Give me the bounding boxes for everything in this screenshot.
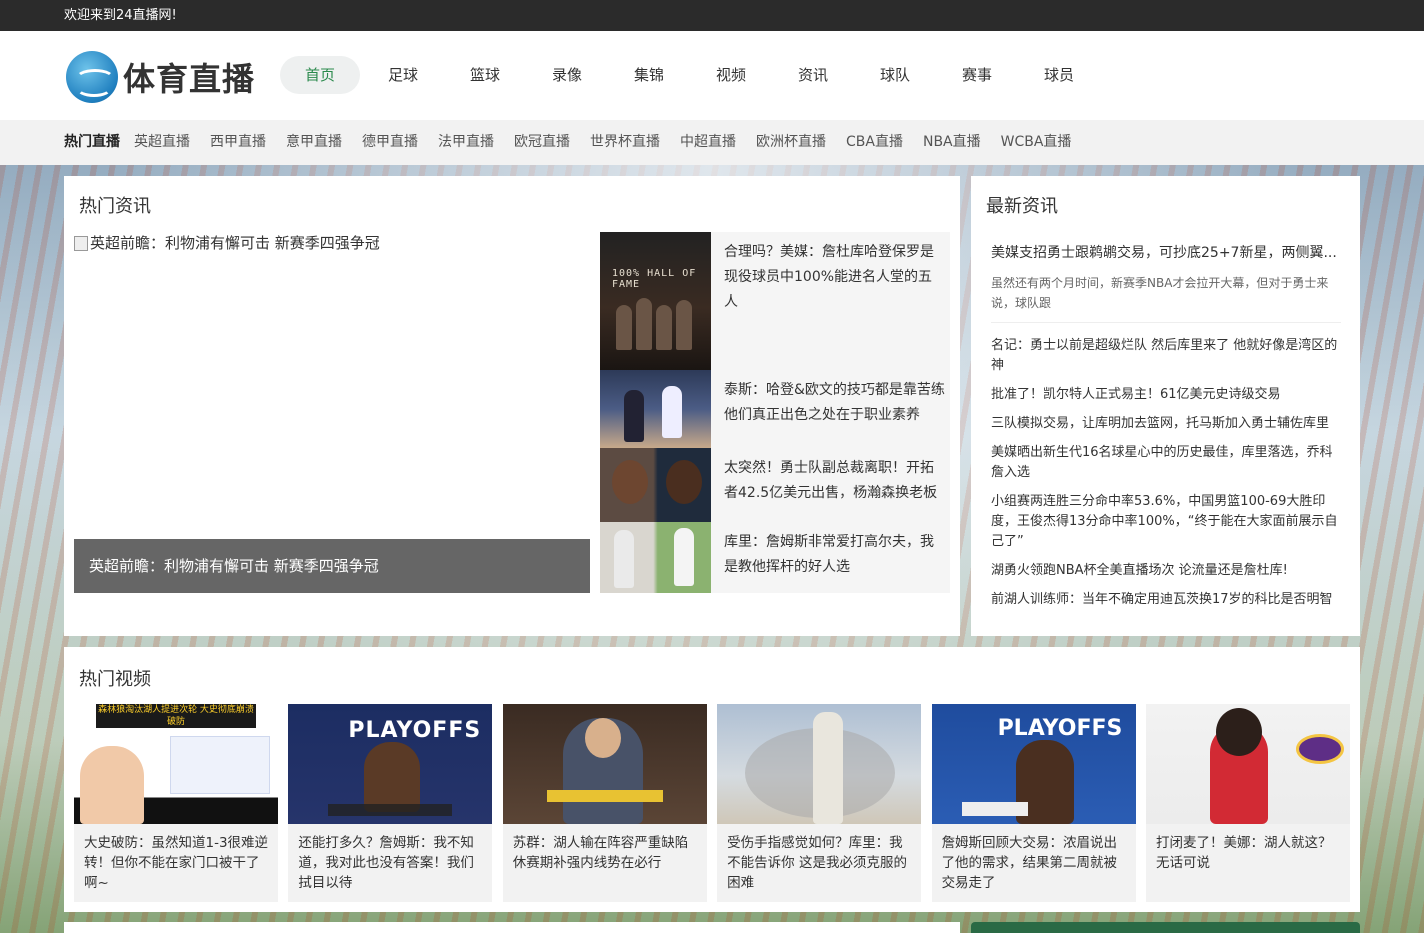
list-item[interactable]: 库里：詹姆斯非常爱打高尔夫，我是教他挥杆的好人选	[600, 522, 950, 593]
video-title[interactable]: 詹姆斯回顾大交易：浓眉说出了他的需求，结果第二周就被交易走了	[932, 824, 1136, 893]
hot-live-link[interactable]: 欧洲杯直播	[756, 120, 826, 164]
video-thumbnail[interactable]: PLAYOFFS	[288, 704, 493, 824]
list-item[interactable]: 前湖人训练师：当年不确定用迪瓦茨换17岁的科比是否明智	[991, 590, 1341, 610]
video-card[interactable]: 受伤手指感觉如何？库里：我不能告诉你 这是我必须克服的困难	[717, 704, 922, 902]
nav-item-players[interactable]: 球员	[1018, 56, 1100, 94]
hot-live-bar: 热门直播 英超直播 西甲直播 意甲直播 德甲直播 法甲直播 欧冠直播 世界杯直播…	[0, 120, 1424, 165]
news-title[interactable]: 库里：詹姆斯非常爱打高尔夫，我是教他挥杆的好人选	[711, 522, 950, 593]
divider	[991, 322, 1341, 323]
nav-item-teams[interactable]: 球队	[854, 56, 936, 94]
logo-icon	[66, 51, 118, 103]
hot-live-link[interactable]: 意甲直播	[286, 120, 342, 164]
court-thumbnail[interactable]	[600, 370, 711, 448]
welcome-text: 欢迎来到24直播网!	[64, 8, 177, 23]
list-item[interactable]: 三队模拟交易，让库明加去篮网，托马斯加入勇士辅佐库里	[991, 414, 1341, 434]
video-title[interactable]: 还能打多久？詹姆斯：我不知道，我对此也没有答案！我们拭目以待	[288, 824, 492, 893]
thumb-label: 100% HALL OF FAME	[612, 268, 697, 290]
nav-item-replay[interactable]: 录像	[526, 56, 608, 94]
list-item[interactable]: 泰斯：哈登&欧文的技巧都是靠苦练 他们真正出色之处在于职业素养	[600, 370, 950, 448]
hot-news-panel: 热门资讯 英超前瞻：利物浦有懈可击 新赛季四强争冠 英超前瞻：利物浦有懈可击 新…	[64, 176, 960, 636]
video-grid: 森林狼淘汰湖人提进次轮 大史彻底崩溃破防 大史破防：虽然知道1-3很难逆转！但你…	[74, 704, 1350, 902]
video-thumbnail[interactable]	[1145, 704, 1350, 824]
nav-item-videos[interactable]: 视频	[690, 56, 772, 94]
thumb-label: PLAYOFFS	[348, 718, 482, 743]
nav-item-highlights[interactable]: 集锦	[608, 56, 690, 94]
video-title[interactable]: 打闭麦了！美娜：湖人就这？无话可说	[1146, 824, 1350, 873]
list-item[interactable]: 太突然！勇士队副总裁离职！开拓者42.5亿美元出售，杨瀚森换老板	[600, 448, 950, 522]
nav-item-home[interactable]: 首页	[280, 56, 360, 94]
news-title[interactable]: 合理吗？美媒：詹杜库哈登保罗是现役球员中100%能进名人堂的五人	[711, 232, 950, 370]
latest-summary: 虽然还有两个月时间，新赛季NBA才会拉开大幕，但对于勇士来说，球队跟	[991, 276, 1329, 310]
next-section-header	[971, 922, 1360, 933]
golf-thumbnail[interactable]	[600, 522, 711, 593]
video-title[interactable]: 苏群：湖人输在阵容严重缺陷 休赛期补强内线势在必行	[503, 824, 707, 873]
hot-live-link[interactable]: NBA直播	[923, 120, 981, 164]
latest-news-list: 名记：勇士以前是超级烂队 然后库里来了 他就好像是湾区的神 批准了！凯尔特人正式…	[991, 336, 1341, 619]
list-item[interactable]: 批准了！凯尔特人正式易主！61亿美元史诗级交易	[991, 385, 1341, 405]
nav-item-football[interactable]: 足球	[362, 56, 444, 94]
players-thumbnail[interactable]	[600, 448, 711, 522]
header: 体育直播 首页 足球 篮球 录像 集锦 视频 资讯 球队 赛事 球员	[0, 31, 1424, 120]
latest-headline[interactable]: 美媒支招勇士跟鹈鹕交易，可抄底25+7新星，两侧翼...	[991, 242, 1341, 262]
video-card[interactable]: PLAYOFFS 詹姆斯回顾大交易：浓眉说出了他的需求，结果第二周就被交易走了	[931, 704, 1136, 902]
list-item[interactable]: 名记：勇士以前是超级烂队 然后库里来了 他就好像是湾区的神	[991, 336, 1341, 376]
thumb-label: 森林狼淘汰湖人提进次轮 大史彻底崩溃破防	[96, 704, 256, 728]
hot-live-link[interactable]: 英超直播	[134, 120, 190, 164]
thumb-label: PLAYOFFS	[997, 716, 1123, 741]
nav-item-events[interactable]: 赛事	[936, 56, 1018, 94]
hot-live-link[interactable]: 中超直播	[680, 120, 736, 164]
video-card[interactable]: 打闭麦了！美娜：湖人就这？无话可说	[1145, 704, 1350, 902]
featured-news[interactable]: 英超前瞻：利物浦有懈可击 新赛季四强争冠 英超前瞻：利物浦有懈可击 新赛季四强争…	[74, 232, 590, 593]
video-title[interactable]: 大史破防：虽然知道1-3很难逆转！但你不能在家门口被干了啊~	[74, 824, 278, 893]
nav-item-news[interactable]: 资讯	[772, 56, 854, 94]
main-nav: 首页 足球 篮球 录像 集锦 视频 资讯 球队 赛事 球员	[280, 56, 1100, 94]
hot-live-link[interactable]: 德甲直播	[362, 120, 418, 164]
hot-live-link[interactable]: CBA直播	[846, 120, 903, 164]
hot-news-title: 热门资讯	[79, 196, 151, 217]
hot-live-link[interactable]: 西甲直播	[210, 120, 266, 164]
logo-text: 体育直播	[123, 60, 256, 98]
video-thumbnail[interactable]: 森林狼淘汰湖人提进次轮 大史彻底崩溃破防	[74, 704, 278, 824]
latest-news-title: 最新资讯	[986, 196, 1058, 217]
hot-live-link[interactable]: 世界杯直播	[590, 120, 660, 164]
list-item[interactable]: 小组赛两连胜三分命中率53.6%，中国男篮100-69大胜印度，王俊杰得13分命…	[991, 492, 1341, 552]
video-title[interactable]: 受伤手指感觉如何？库里：我不能告诉你 这是我必须克服的困难	[717, 824, 921, 893]
news-title[interactable]: 泰斯：哈登&欧文的技巧都是靠苦练 他们真正出色之处在于职业素养	[711, 370, 950, 448]
hot-live-link[interactable]: 欧冠直播	[514, 120, 570, 164]
site-logo[interactable]: 体育直播	[66, 51, 255, 103]
next-section-panel	[64, 922, 960, 933]
news-title[interactable]: 太突然！勇士队副总裁离职！开拓者42.5亿美元出售，杨瀚森换老板	[711, 448, 950, 522]
hot-live-link[interactable]: WCBA直播	[1001, 120, 1072, 164]
hot-videos-panel: 热门视频 森林狼淘汰湖人提进次轮 大史彻底崩溃破防 大史破防：虽然知道1-3很难…	[64, 647, 1360, 912]
latest-news-panel: 最新资讯 美媒支招勇士跟鹈鹕交易，可抄底25+7新星，两侧翼... 虽然还有两个…	[971, 176, 1360, 636]
list-item[interactable]: 100% HALL OF FAME 合理吗？美媒：詹杜库哈登保罗是现役球员中10…	[600, 232, 950, 370]
top-bar: 欢迎来到24直播网!	[0, 0, 1424, 31]
hot-videos-title: 热门视频	[79, 669, 151, 690]
hot-news-list: 100% HALL OF FAME 合理吗？美媒：詹杜库哈登保罗是现役球员中10…	[600, 232, 950, 593]
list-item[interactable]: 湖勇火领跑NBA杯全美直播场次 论流量还是詹杜库!	[991, 561, 1341, 581]
video-thumbnail[interactable]: PLAYOFFS	[931, 704, 1136, 824]
featured-image-broken: 英超前瞻：利物浦有懈可击 新赛季四强争冠	[74, 232, 380, 254]
list-item[interactable]: 美媒晒出新生代16名球星心中的历史最佳，库里落选，乔科詹入选	[991, 443, 1341, 483]
video-thumbnail[interactable]	[717, 704, 922, 824]
video-card[interactable]: 森林狼淘汰湖人提进次轮 大史彻底崩溃破防 大史破防：虽然知道1-3很难逆转！但你…	[74, 704, 278, 902]
hall-of-fame-thumbnail[interactable]: 100% HALL OF FAME	[600, 232, 711, 370]
featured-caption[interactable]: 英超前瞻：利物浦有懈可击 新赛季四强争冠	[74, 539, 590, 593]
nav-item-basketball[interactable]: 篮球	[444, 56, 526, 94]
video-card[interactable]: PLAYOFFS 还能打多久？詹姆斯：我不知道，我对此也没有答案！我们拭目以待	[288, 704, 493, 902]
hot-live-label: 热门直播	[64, 134, 120, 150]
video-card[interactable]: 苏群：湖人输在阵容严重缺陷 休赛期补强内线势在必行	[502, 704, 707, 902]
video-thumbnail[interactable]	[502, 704, 707, 824]
hot-live-link[interactable]: 法甲直播	[438, 120, 494, 164]
